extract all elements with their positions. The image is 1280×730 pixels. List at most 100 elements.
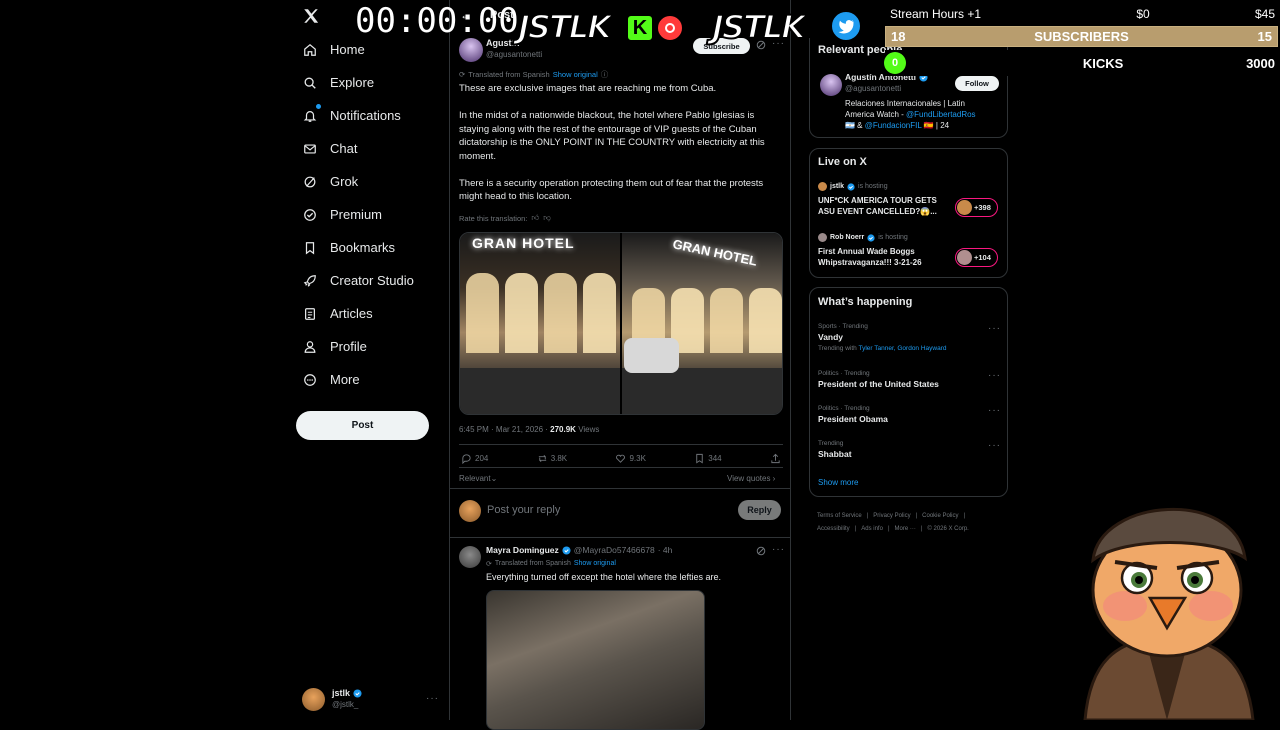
tweet-image[interactable]: GRAN HOTEL (460, 233, 620, 414)
sidebar-item-notifications[interactable]: Notifications (302, 99, 432, 132)
view-quotes-link[interactable]: View quotes › (727, 474, 775, 483)
reply-icon (461, 453, 472, 464)
thumbs-up-icon[interactable]: 👍︎ (531, 213, 539, 223)
repost-icon (537, 453, 548, 464)
footer-separator: | (963, 513, 966, 519)
account-name: jstlk (332, 688, 351, 698)
author-handle[interactable]: @agusantonetti (486, 50, 542, 59)
tweet-paragraph: In the midst of a nationwide blackout, t… (459, 110, 765, 162)
thumbs-down-icon[interactable]: 👎︎ (543, 213, 551, 223)
trend-meta: Trending (818, 440, 844, 447)
tweet-timestamp[interactable]: 6:45 PM · Mar 21, 2026 · (459, 425, 550, 434)
verified-icon (353, 688, 362, 698)
footer-link[interactable]: Terms of Service (817, 510, 862, 523)
footer-separator: | (915, 513, 918, 519)
sidebar-item-grok[interactable]: Grok (302, 165, 432, 198)
kicks-label: KICKS (1082, 55, 1124, 71)
follow-button[interactable]: Follow (955, 76, 999, 91)
show-original-link[interactable]: Show original (553, 70, 598, 79)
more-options-icon[interactable]: ··· (988, 370, 1001, 381)
repost-action[interactable]: 3.8K (537, 453, 567, 464)
sidebar-item-chat[interactable]: Chat (302, 132, 432, 165)
sidebar-item-label: Creator Studio (330, 273, 414, 288)
more-options-icon[interactable]: ··· (988, 405, 1001, 416)
trend-link[interactable]: Tyler Tanner, Gordon Hayward (858, 345, 946, 352)
sort-dropdown[interactable]: Relevant⌄ (459, 474, 497, 483)
tweet-paragraph: There is a security operation protecting… (459, 177, 764, 203)
reply-author-handle[interactable]: @MayraDo57466678 (574, 545, 655, 555)
translate-icon: ⟳ (459, 70, 466, 79)
bio-link[interactable]: @FundacionFIL (865, 121, 922, 130)
sidebar-item-creator-studio[interactable]: Creator Studio (302, 264, 432, 297)
bookmark-icon (302, 240, 318, 256)
live-item[interactable]: Rob Noerr is hosting First Annual Wade B… (818, 233, 1003, 273)
bio-line: America Watch - (845, 110, 907, 119)
post-button[interactable]: Post (296, 411, 429, 440)
footer-link[interactable]: Ads info (861, 523, 883, 536)
live-status: is hosting (878, 234, 908, 241)
footer-link[interactable]: Accessibility (817, 523, 850, 536)
hotel-sign: GRAN HOTEL (671, 236, 759, 269)
footer-link[interactable]: Privacy Policy (873, 510, 910, 523)
sidebar-item-label: Chat (330, 141, 358, 156)
reply-input[interactable]: Post your reply (487, 504, 560, 516)
section-title: Live on X (818, 156, 867, 168)
rate-translation-label: Rate this translation: (459, 213, 528, 223)
trend-topic: Shabbat (818, 449, 852, 459)
show-original-link[interactable]: Show original (574, 560, 616, 568)
avatar (818, 233, 827, 242)
tweet-media[interactable]: GRAN HOTEL GRAN HOTEL (459, 232, 783, 415)
sidebar-item-bookmarks[interactable]: Bookmarks (302, 231, 432, 264)
info-icon[interactable]: ⓘ (601, 69, 609, 80)
more-options-icon[interactable]: ··· (988, 323, 1001, 334)
bookmark-action[interactable]: 344 (694, 453, 722, 464)
stream-hours-goal: $45 (1254, 7, 1275, 21)
grok-icon[interactable] (756, 546, 766, 556)
show-more-link[interactable]: Show more (818, 478, 858, 487)
bio-link[interactable]: @FundLibertadRos (906, 110, 976, 119)
bookmark-count: 344 (708, 454, 722, 463)
person-handle[interactable]: @agusantonetti (845, 84, 901, 93)
reply-author-avatar[interactable] (459, 546, 481, 568)
author-avatar[interactable] (459, 38, 483, 62)
tweet-paragraph: These are exclusive images that are reac… (459, 83, 717, 94)
account-switcher[interactable]: jstlk @jstlk_ ··· (302, 687, 438, 713)
reply-time[interactable]: · 4h (658, 545, 673, 555)
notification-badge (315, 102, 322, 110)
live-listeners-pill[interactable]: +398 (955, 198, 998, 217)
trend-item[interactable]: Trending Shabbat ··· (818, 440, 1003, 459)
avatar (957, 200, 972, 215)
bio-line: Relaciones Internacionales | Latin (845, 99, 965, 108)
more-options-icon[interactable]: ··· (988, 440, 1001, 451)
views-label: Views (578, 425, 600, 434)
footer-link[interactable]: Cookie Policy (922, 510, 958, 523)
reply-button[interactable]: Reply (738, 500, 781, 520)
sidebar-item-label: Notifications (330, 108, 401, 123)
sidebar-item-articles[interactable]: Articles (302, 297, 432, 330)
more-options-icon[interactable]: ··· (772, 544, 785, 555)
trend-item[interactable]: Politics · Trending President of the Uni… (818, 370, 1003, 389)
main-column: ← Post Agustín @agusantonetti Subscribe … (449, 0, 791, 730)
share-icon[interactable] (770, 453, 781, 464)
live-item[interactable]: jstlk is hosting UNF*CK AMERICA TOUR GET… (818, 182, 1003, 222)
record-icon (656, 14, 684, 42)
live-listeners-pill[interactable]: +104 (955, 248, 998, 267)
avatar[interactable] (820, 74, 842, 96)
subs-goal: 15 (1257, 29, 1272, 44)
sidebar-item-profile[interactable]: Profile (302, 330, 432, 363)
tweet-image[interactable]: GRAN HOTEL (622, 233, 782, 414)
footer-link[interactable]: More ··· (895, 523, 916, 536)
more-options-icon[interactable]: ··· (426, 693, 439, 704)
sidebar-item-explore[interactable]: Explore (302, 66, 432, 99)
trend-item[interactable]: Politics · Trending President Obama ··· (818, 405, 1003, 424)
trend-item[interactable]: Sports · Trending Vandy Trending with Ty… (818, 323, 1003, 352)
reply-action[interactable]: 204 (461, 453, 488, 464)
avatar (459, 500, 481, 522)
like-action[interactable]: 9.3K (615, 453, 646, 464)
home-icon (302, 42, 318, 58)
reply-author-name[interactable]: Mayra Dominguez (486, 545, 559, 555)
reply-media[interactable] (486, 590, 705, 730)
sidebar-item-premium[interactable]: Premium (302, 198, 432, 231)
sidebar-item-more[interactable]: More (302, 363, 432, 396)
stream-hours-label: Stream Hours +1 (890, 7, 982, 21)
